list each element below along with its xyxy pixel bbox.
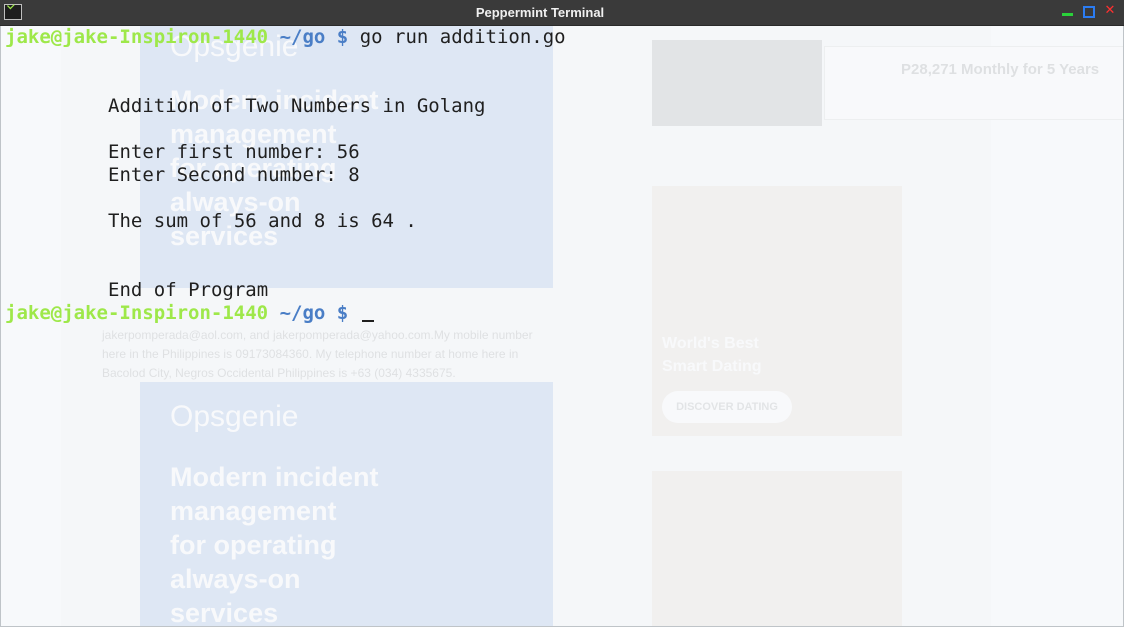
background-ad-photo-bottom [652, 471, 902, 626]
maximize-icon[interactable] [1082, 4, 1096, 18]
output-line-end: End of Program [108, 279, 269, 301]
output-line-title: Addition of Two Numbers in Golang [108, 95, 486, 117]
prompt-line-1: jake@jake-Inspiron-1440 ~/go $ go run ad… [5, 26, 566, 48]
text-cursor [361, 320, 374, 322]
prompt-line-2[interactable]: jake@jake-Inspiron-1440 ~/go $ [5, 302, 374, 324]
prompt-symbol: $ [336, 26, 349, 48]
prompt-symbol: $ [336, 302, 349, 324]
prompt-path: ~/go [279, 26, 326, 48]
output-line-sum: The sum of 56 and 8 is 64 . [108, 210, 417, 232]
terminal-area[interactable]: Opsgenie Modern incident management for … [0, 26, 1124, 627]
output-line-first-number: Enter first number: 56 [108, 141, 360, 163]
output-line-second-number: Enter Second number: 8 [108, 164, 360, 186]
background-ad-mazda: P28,271 Monthly for 5 Years [824, 46, 1123, 120]
minimize-icon[interactable] [1061, 4, 1075, 18]
window-title: Peppermint Terminal [475, 5, 605, 20]
command-text: go run addition.go [359, 26, 566, 48]
background-ad-photo-top: World's Best Smart Dating DISCOVER DATIN… [652, 186, 902, 436]
close-icon[interactable]: ✕ [1103, 4, 1117, 18]
prompt-user: jake@jake-Inspiron-1440 [5, 302, 269, 324]
title-bar[interactable]: Peppermint Terminal ✕ [0, 0, 1124, 26]
prompt-user: jake@jake-Inspiron-1440 [5, 26, 269, 48]
background-page-text: jakerpomperada@aol.com, and jakerpompera… [102, 328, 533, 380]
background-ad-blue-bottom: Opsgenie Modern incident management for … [140, 382, 553, 626]
prompt-path: ~/go [279, 302, 326, 324]
